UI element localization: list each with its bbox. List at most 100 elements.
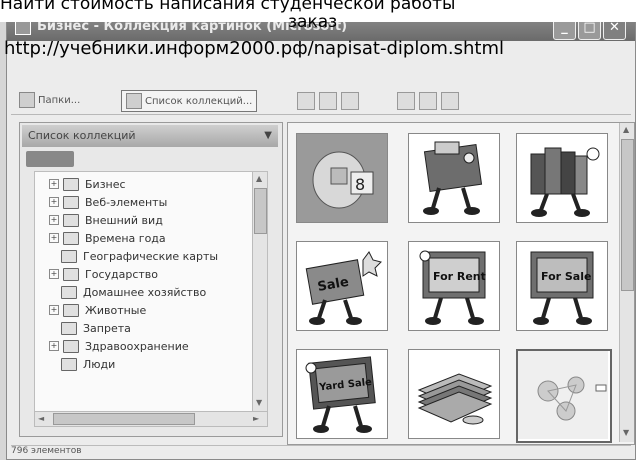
paste-icon[interactable]	[319, 92, 337, 110]
view-icon[interactable]	[419, 92, 437, 110]
folder-icon	[63, 213, 79, 227]
collection-list-icon	[126, 93, 142, 109]
folder-icon	[63, 195, 79, 209]
pane-tabs[interactable]	[26, 151, 74, 167]
scroll-up-icon[interactable]: ▲	[623, 125, 629, 134]
clip-grid-pane: 8 Sale For Rent For Sale Yard Sale ▲ ▼	[287, 122, 635, 445]
network-icon	[518, 351, 608, 439]
overlay-order-text: заказ	[288, 12, 338, 32]
tree-horizontal-scrollbar[interactable]: ◄ ►	[34, 411, 268, 427]
clip-for-sale-text: For Sale	[541, 270, 591, 283]
tree-item-web-elements[interactable]: + Веб-элементы	[49, 194, 167, 210]
folder-icon	[61, 357, 77, 371]
wallet-walker-icon	[423, 141, 483, 215]
robot-icon: 8	[297, 134, 387, 222]
tree-item-people[interactable]: Люди	[61, 356, 115, 372]
tree-item-health[interactable]: + Здравоохранение	[49, 338, 189, 354]
folder-icon	[63, 303, 79, 317]
status-text: 796 элементов	[11, 446, 82, 456]
grid-vertical-scrollbar[interactable]: ▲ ▼	[619, 123, 634, 442]
toolbar: Папки... Список коллекций...	[11, 86, 631, 115]
scroll-thumb[interactable]	[254, 188, 267, 234]
for-rent-sign-icon: For Rent	[419, 250, 486, 325]
yard-sale-sign-icon: Yard Sale	[305, 356, 376, 433]
tree-item-label: Животные	[85, 303, 147, 317]
expand-icon[interactable]: +	[49, 305, 59, 315]
folders-button[interactable]: Папки...	[15, 90, 84, 110]
money-stack-icon	[417, 373, 493, 425]
tree-item-label: Внешний вид	[85, 213, 163, 227]
clip-network[interactable]	[516, 349, 612, 443]
books-walker-icon	[530, 147, 600, 217]
copy-icon[interactable]	[297, 92, 315, 110]
scroll-down-icon[interactable]: ▼	[256, 398, 262, 407]
tree-item-appearance[interactable]: + Внешний вид	[49, 212, 163, 228]
folder-icon	[61, 285, 77, 299]
expand-icon[interactable]: +	[49, 341, 59, 351]
tree-item-label: Бизнес	[85, 177, 126, 191]
clip-for-rent-text: For Rent	[433, 270, 486, 283]
clip-for-rent[interactable]: For Rent	[408, 241, 500, 331]
tree-item-restricted[interactable]: Запрета	[61, 320, 131, 336]
sale-sign-icon: Sale	[305, 251, 382, 325]
for-sale-sign-icon: For Sale	[530, 251, 594, 325]
folders-icon	[19, 92, 35, 108]
tree-item-label: Здравоохранение	[85, 339, 189, 353]
tree-item-label: Люди	[83, 357, 116, 371]
folder-icon	[63, 267, 79, 281]
app-icon	[15, 20, 31, 35]
tree-item-seasons[interactable]: + Времена года	[49, 230, 166, 246]
tree-item-label: Запрета	[83, 321, 131, 335]
chevron-down-icon[interactable]: ▼	[264, 125, 272, 147]
tree-item-government[interactable]: + Государство	[49, 266, 158, 282]
folder-icon	[63, 231, 79, 245]
tree-item-business[interactable]: + Бизнес	[49, 176, 126, 192]
tree-item-label: Времена года	[85, 231, 166, 245]
scroll-thumb[interactable]	[621, 139, 634, 291]
clip-for-sale[interactable]: For Sale	[516, 241, 608, 331]
sort-icon[interactable]	[397, 92, 415, 110]
scroll-right-icon[interactable]: ►	[253, 414, 259, 423]
expand-icon[interactable]: +	[49, 197, 59, 207]
scroll-down-icon[interactable]: ▼	[623, 428, 629, 437]
collection-list-button[interactable]: Список коллекций...	[121, 90, 258, 112]
tree-item-label: Домашнее хозяйство	[83, 285, 207, 299]
properties-icon[interactable]	[441, 92, 459, 110]
scroll-left-icon[interactable]: ◄	[38, 414, 44, 423]
expand-icon[interactable]: +	[49, 215, 59, 225]
overlay-banner: Найти стоимость написания студенческой р…	[0, 0, 636, 32]
tree-item-animals[interactable]: + Животные	[49, 302, 146, 318]
clip-books-walker[interactable]	[516, 133, 608, 223]
collection-list-title: Список коллекций	[28, 129, 136, 142]
folder-icon	[61, 249, 77, 263]
folder-icon	[61, 321, 77, 335]
clip-gallery-window: Бизнес - Коллекция картинок (Microsoft) …	[6, 12, 636, 460]
folders-label: Папки...	[38, 94, 81, 106]
expand-icon[interactable]: +	[49, 233, 59, 243]
status-bar: 796 элементов	[11, 445, 631, 460]
clip-money-stack[interactable]	[408, 349, 500, 439]
collection-list-pane: Список коллекций ▼ + Бизнес + Веб-элементы…	[19, 122, 283, 437]
clip-robot-text: 8	[355, 175, 365, 194]
scroll-thumb-horizontal[interactable]	[53, 413, 195, 425]
tree-vertical-scrollbar[interactable]: ▲ ▼	[252, 172, 267, 412]
clip-wallet-walker[interactable]	[408, 133, 500, 223]
expand-icon[interactable]: +	[49, 269, 59, 279]
collection-list-header[interactable]: Список коллекций ▼	[22, 125, 278, 147]
expand-icon[interactable]: +	[49, 179, 59, 189]
delete-icon[interactable]	[341, 92, 359, 110]
folder-icon	[63, 339, 79, 353]
overlay-url[interactable]: http://учебники.информ2000.рф/napisat-di…	[4, 38, 504, 59]
collection-list-label: Список коллекций...	[145, 95, 253, 107]
folder-icon	[63, 177, 79, 191]
scroll-up-icon[interactable]: ▲	[256, 174, 262, 183]
tree-item-maps[interactable]: Географические карты	[61, 248, 218, 264]
tree-item-label: Государство	[85, 267, 158, 281]
tree-item-label: Веб-элементы	[85, 195, 168, 209]
tree-item-household[interactable]: Домашнее хозяйство	[61, 284, 206, 300]
tree-item-label: Географические карты	[83, 249, 219, 263]
clip-sale-sign[interactable]: Sale	[296, 241, 388, 331]
clip-robot[interactable]: 8	[296, 133, 388, 223]
collection-tree: + Бизнес + Веб-элементы + Внешний вид + Врем…	[34, 171, 268, 413]
clip-yard-sale[interactable]: Yard Sale	[296, 349, 388, 439]
